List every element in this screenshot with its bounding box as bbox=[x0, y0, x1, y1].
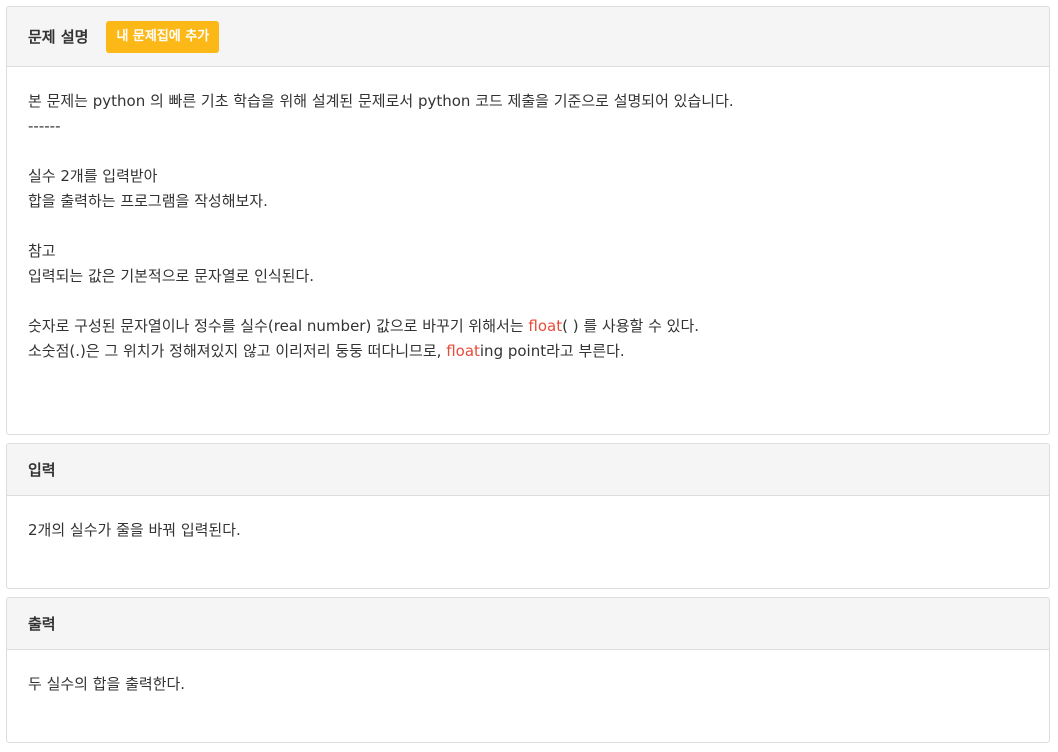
output-text: 두 실수의 합을 출력한다. bbox=[28, 675, 186, 693]
note-heading: 참고 bbox=[28, 242, 56, 260]
float-highlight: float bbox=[446, 342, 480, 360]
description-line-1: 본 문제는 python 의 빠른 기초 학습을 위해 설계된 문제로서 pyt… bbox=[28, 92, 734, 110]
input-heading: 입력 bbox=[7, 444, 1049, 496]
description-line-6: 입력되는 값은 기본적으로 문자열로 인식된다. bbox=[28, 267, 315, 285]
line-8-text-a: 소숫점(.)은 그 위치가 정해져있지 않고 이리저리 둥둥 떠다니므로, bbox=[28, 342, 447, 360]
add-to-my-problemset-button[interactable]: 내 문제집에 추가 bbox=[106, 20, 220, 53]
output-panel: 출력 두 실수의 합을 출력한다. bbox=[6, 597, 1050, 743]
input-body: 2개의 실수가 줄을 바꿔 입력된다. bbox=[7, 496, 1049, 565]
problem-description-title: 문제 설명 bbox=[28, 28, 89, 46]
input-panel: 입력 2개의 실수가 줄을 바꿔 입력된다. bbox=[6, 443, 1050, 589]
line-7-text-a: 숫자로 구성된 문자열이나 정수를 실수(real number) 값으로 바꾸… bbox=[28, 317, 529, 335]
description-line-4: 합을 출력하는 프로그램을 작성해보자. bbox=[28, 192, 268, 210]
problem-description-heading: 문제 설명 내 문제집에 추가 bbox=[7, 7, 1049, 67]
output-body: 두 실수의 합을 출력한다. bbox=[7, 650, 1049, 719]
output-heading: 출력 bbox=[7, 598, 1049, 650]
description-line-3: 실수 2개를 입력받아 bbox=[28, 167, 158, 185]
description-line-7: 숫자로 구성된 문자열이나 정수를 실수(real number) 값으로 바꾸… bbox=[28, 314, 1028, 339]
problem-description-body: 본 문제는 python 의 빠른 기초 학습을 위해 설계된 문제로서 pyt… bbox=[7, 67, 1049, 386]
output-title: 출력 bbox=[28, 615, 56, 633]
line-7-text-b: ( ) 를 사용할 수 있다. bbox=[562, 317, 700, 335]
description-line-8: 소숫점(.)은 그 위치가 정해져있지 않고 이리저리 둥둥 떠다니므로, fl… bbox=[28, 339, 1028, 364]
input-title: 입력 bbox=[28, 461, 56, 479]
problem-description-panel: 문제 설명 내 문제집에 추가 본 문제는 python 의 빠른 기초 학습을… bbox=[6, 6, 1050, 435]
float-highlight: float bbox=[528, 317, 563, 335]
description-separator: ------ bbox=[28, 117, 61, 135]
input-text: 2개의 실수가 줄을 바꿔 입력된다. bbox=[28, 521, 241, 539]
line-8-text-b: ing point라고 부른다. bbox=[479, 342, 625, 360]
